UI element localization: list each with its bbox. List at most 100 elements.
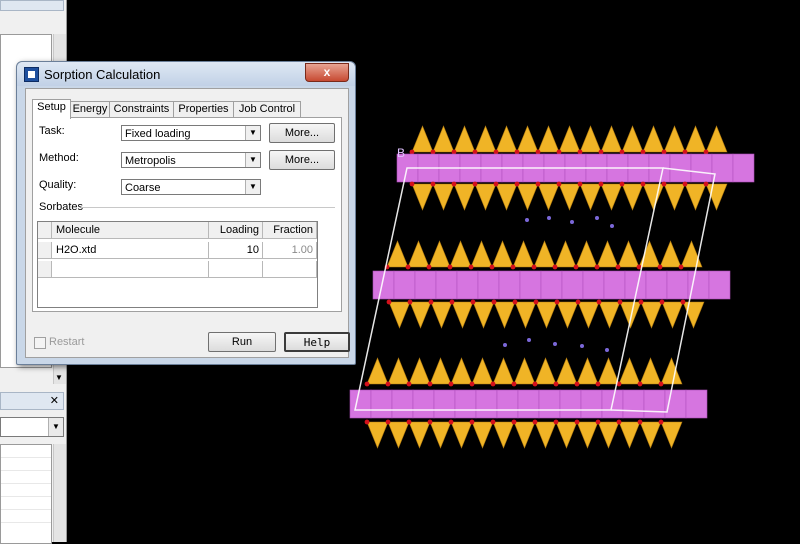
dialog-titlebar[interactable]: Sorption Calculation x	[17, 62, 355, 86]
tetrahedron-shape	[408, 357, 431, 385]
left-panel-scrollbar-bottom[interactable]	[53, 444, 66, 542]
dialog-client-area: Setup Energy Constraints Properties Job …	[25, 88, 350, 358]
tetrahedron-shape	[639, 421, 662, 449]
tetrahedron-shape	[388, 301, 411, 329]
chevron-down-icon[interactable]: ▼	[245, 180, 260, 194]
cell-molecule[interactable]	[52, 261, 209, 278]
oxygen-atom	[386, 299, 392, 305]
column-header-fraction[interactable]: Fraction	[263, 222, 317, 239]
close-icon[interactable]: ✕	[50, 394, 59, 407]
oxygen-atom	[491, 299, 497, 305]
oxygen-atom	[658, 419, 664, 425]
tab-energy[interactable]: Energy	[70, 101, 110, 118]
tetrahedron-shape	[495, 183, 518, 211]
oxygen-atom	[637, 419, 643, 425]
column-header-molecule[interactable]: Molecule	[52, 222, 209, 239]
task-more-button[interactable]: More...	[269, 123, 335, 143]
app-icon	[24, 67, 39, 82]
oxygen-atom	[661, 149, 667, 155]
octahedron-shape	[559, 389, 582, 419]
tetrahedron-shape	[471, 357, 494, 385]
oxygen-atom	[556, 181, 562, 187]
tetrahedron-shape	[618, 421, 641, 449]
oxygen-atom	[552, 264, 558, 270]
tab-constraints[interactable]: Constraints	[109, 101, 174, 118]
task-select[interactable]: Fixed loading ▼	[121, 125, 261, 141]
restart-checkbox[interactable]	[34, 337, 46, 349]
octahedron-shape	[666, 270, 689, 300]
cell-fraction[interactable]	[263, 261, 317, 278]
tab-setup[interactable]: Setup	[32, 99, 71, 119]
row-header-corner	[38, 222, 52, 239]
octahedron-shape	[456, 270, 479, 300]
octahedron-shape	[454, 389, 477, 419]
tab-properties[interactable]: Properties	[173, 101, 234, 118]
oxygen-atom	[532, 381, 538, 387]
tetrahedron-shape	[558, 183, 581, 211]
scroll-down-icon[interactable]: ▼	[55, 373, 63, 382]
tetrahedron-shape	[512, 240, 535, 268]
oxygen-atom	[409, 149, 415, 155]
tetrahedron-shape	[409, 301, 432, 329]
tetrahedron-shape	[598, 301, 621, 329]
tetrahedron-shape	[597, 357, 620, 385]
tetrahedron-shape	[537, 183, 560, 211]
oxygen-atom	[703, 181, 709, 187]
tetrahedron-shape	[600, 183, 623, 211]
oxygen-atom	[430, 181, 436, 187]
quality-select[interactable]: Coarse ▼	[121, 179, 261, 195]
close-button[interactable]: x	[305, 63, 349, 82]
water-molecule	[553, 342, 557, 346]
oxygen-atom	[532, 419, 538, 425]
oxygen-atom	[490, 381, 496, 387]
oxygen-atom	[493, 181, 499, 187]
tetrahedron-shape	[617, 240, 640, 268]
octahedron-shape	[582, 270, 605, 300]
octahedron-shape	[538, 389, 561, 419]
cell-molecule[interactable]: H2O.xtd	[52, 242, 209, 259]
oxygen-atom	[430, 149, 436, 155]
oxygen-atom	[449, 299, 455, 305]
octahedron-shape	[475, 389, 498, 419]
sorbates-table[interactable]: Molecule Loading Fraction H2O.xtd 10 1.0…	[37, 221, 318, 308]
chevron-down-icon[interactable]: ▼	[48, 418, 63, 436]
help-button[interactable]: Help	[284, 332, 350, 352]
tab-job-control[interactable]: Job Control	[233, 101, 301, 118]
chevron-down-icon[interactable]: ▼	[245, 153, 260, 167]
oxygen-atom	[472, 149, 478, 155]
table-row[interactable]: H2O.xtd 10 1.00	[38, 242, 317, 259]
table-row[interactable]	[38, 261, 317, 278]
tetrahedron-shape	[555, 421, 578, 449]
tetrahedron-shape	[621, 125, 644, 153]
row-header[interactable]	[38, 261, 52, 278]
oxygen-atom	[409, 181, 415, 187]
tetrahedron-shape	[453, 183, 476, 211]
tetrahedron-shape	[430, 301, 453, 329]
cell-loading[interactable]: 10	[209, 242, 263, 259]
octahedron-shape	[517, 389, 540, 419]
run-button[interactable]: Run	[208, 332, 276, 352]
oxygen-atom	[531, 264, 537, 270]
octahedron-shape	[414, 270, 437, 300]
cell-loading[interactable]	[209, 261, 263, 278]
row-header[interactable]	[38, 242, 52, 259]
tetrahedron-shape	[407, 240, 430, 268]
tetrahedron-shape	[514, 301, 537, 329]
tetrahedron-shape	[493, 301, 516, 329]
chevron-down-icon[interactable]: ▼	[245, 126, 260, 140]
water-molecule	[605, 348, 609, 352]
cell-fraction[interactable]: 1.00	[263, 242, 317, 259]
tetrahedron-shape	[453, 125, 476, 153]
water-molecule	[580, 344, 584, 348]
left-panel-dropdown[interactable]: ▼	[0, 417, 64, 437]
method-select[interactable]: Metropolis ▼	[121, 152, 261, 168]
left-panel-list-bottom	[0, 444, 52, 544]
group-divider	[81, 207, 335, 208]
method-more-button[interactable]: More...	[269, 150, 335, 170]
octahedron-shape	[393, 270, 416, 300]
column-header-loading[interactable]: Loading	[209, 222, 263, 239]
tetrahedron-shape	[387, 357, 410, 385]
oxygen-atom	[619, 149, 625, 155]
tetrahedron-shape	[639, 357, 662, 385]
oxygen-atom	[493, 149, 499, 155]
